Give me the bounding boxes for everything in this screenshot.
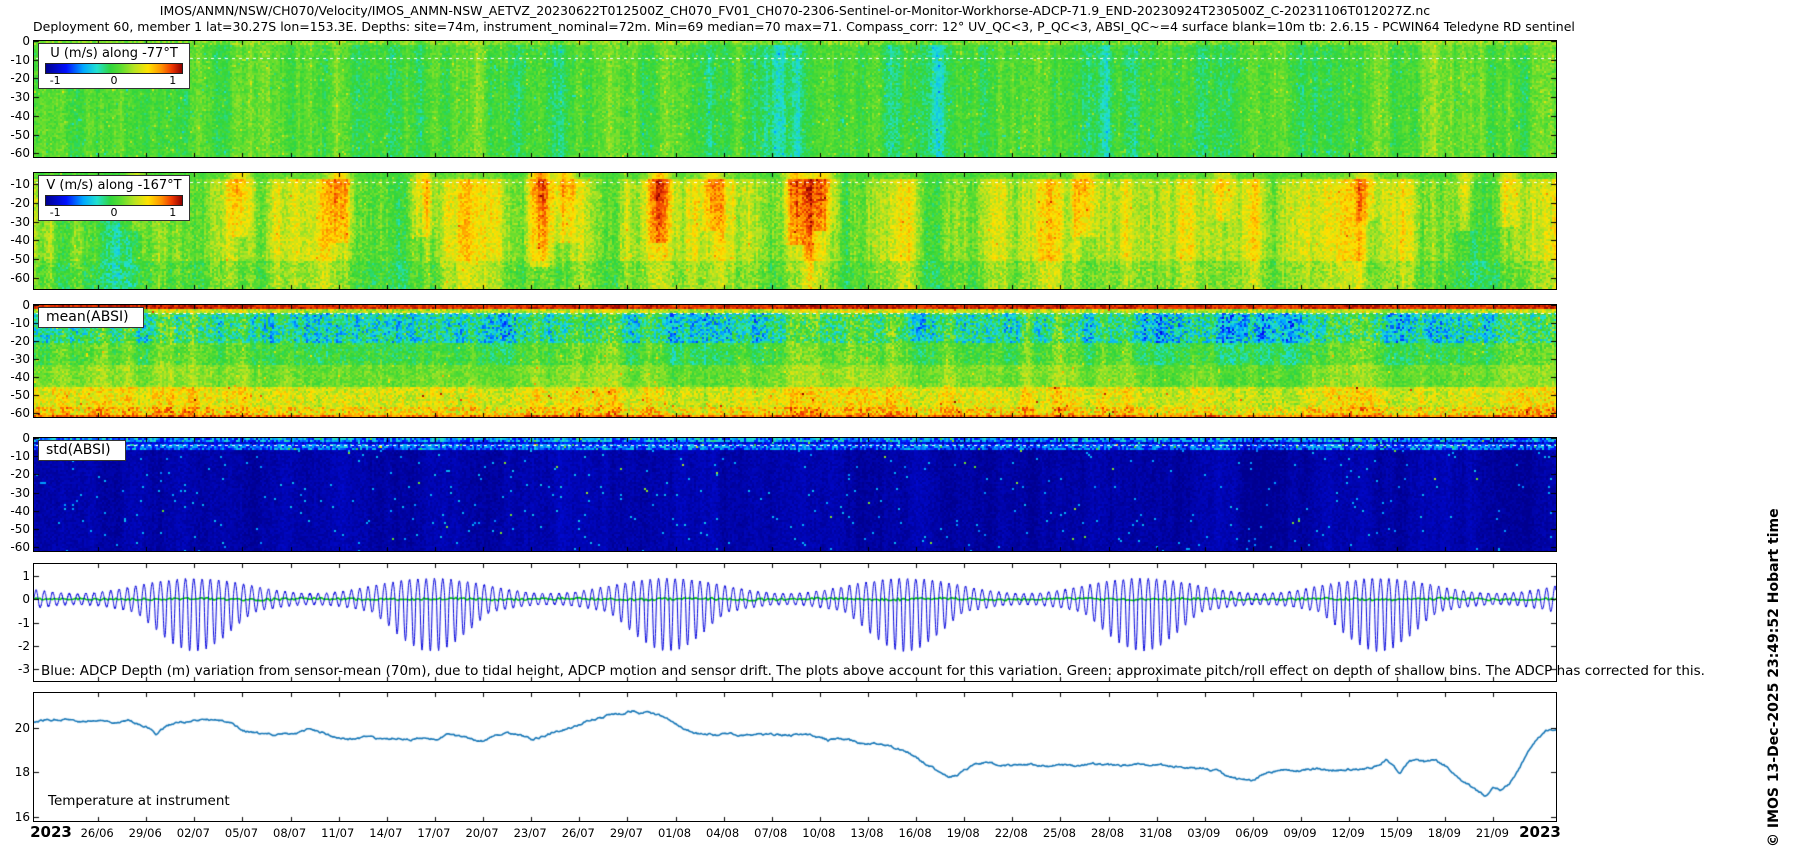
y-tick-label: -30 (3, 91, 30, 104)
mean-absi-heatmap (34, 305, 1556, 417)
u-colorbar-ticks: -1 0 1 (44, 74, 184, 87)
y-tick-label: -40 (3, 505, 30, 518)
depth-variation-note: Blue: ADCP Depth (m) variation from sens… (41, 663, 1705, 679)
panel-mean-absi: mean(ABSI) (33, 304, 1557, 418)
y-tick-label: 1 (3, 570, 30, 583)
y-tick-label: -30 (3, 216, 30, 229)
panel-v-velocity: V (m/s) along -167°T -1 0 1 (33, 172, 1557, 290)
y-tick-label: -60 (3, 147, 30, 160)
x-tick-label: 03/09 (1179, 826, 1229, 840)
y-tick-label: 0 (3, 593, 30, 606)
x-tick-label: 22/08 (986, 826, 1036, 840)
x-tick-label: 09/09 (1275, 826, 1325, 840)
colorbar-tick: -1 (50, 74, 61, 87)
std-absi-heatmap (34, 438, 1556, 551)
x-tick-label: 26/06 (72, 826, 122, 840)
y-tick-label: -40 (3, 234, 30, 247)
x-tick-label: 29/07 (601, 826, 651, 840)
y-tick-label: 18 (3, 766, 30, 779)
y-tick-label: -2 (3, 640, 30, 653)
x-tick-label: 17/07 (409, 826, 459, 840)
y-tick-label: -20 (3, 468, 30, 481)
figure-subtitle: Deployment 60, member 1 lat=30.27S lon=1… (33, 19, 1557, 34)
x-tick-label: 10/08 (794, 826, 844, 840)
x-tick-label: 15/09 (1371, 826, 1421, 840)
y-tick-label: -50 (3, 523, 30, 536)
x-axis-year-end: 2023 (1510, 823, 1570, 841)
y-tick-label: -10 (3, 450, 30, 463)
v-colorbar-ticks: -1 0 1 (44, 206, 184, 219)
y-tick-label: -50 (3, 129, 30, 142)
y-tick-label: -20 (3, 335, 30, 348)
x-tick-label: 14/07 (361, 826, 411, 840)
y-tick-label: -1 (3, 617, 30, 630)
x-tick-label: 11/07 (313, 826, 363, 840)
u-colorbar (45, 63, 183, 74)
x-tick-label: 26/07 (553, 826, 603, 840)
v-velocity-heatmap (34, 173, 1556, 289)
panel-u-velocity: U (m/s) along -77°T -1 0 1 (33, 40, 1557, 158)
y-tick-label: 20 (3, 722, 30, 735)
u-colorbar-legend: U (m/s) along -77°T -1 0 1 (38, 43, 190, 89)
std-absi-label: std(ABSI) (38, 440, 126, 461)
colorbar-tick: 0 (111, 206, 118, 219)
watermark-text: © IMOS 13-Dec-2025 23:49:52 Hobart time (1766, 508, 1782, 847)
y-tick-label: -20 (3, 72, 30, 85)
y-tick-label: 16 (3, 811, 30, 824)
u-velocity-heatmap (34, 41, 1556, 157)
x-tick-label: 04/08 (698, 826, 748, 840)
y-tick-label: -3 (3, 663, 30, 676)
temperature-plot (34, 693, 1556, 821)
y-tick-label: 0 (3, 35, 30, 48)
y-tick-label: -10 (3, 317, 30, 330)
x-tick-label: 12/09 (1323, 826, 1373, 840)
x-tick-label: 23/07 (505, 826, 555, 840)
v-legend-title: V (m/s) along -167°T (44, 178, 184, 193)
x-tick-label: 20/07 (457, 826, 507, 840)
y-tick-label: -20 (3, 197, 30, 210)
panel-std-absi: std(ABSI) (33, 437, 1557, 552)
x-tick-label: 31/08 (1131, 826, 1181, 840)
y-tick-label: -40 (3, 110, 30, 123)
y-tick-label: -30 (3, 353, 30, 366)
adcp-deployment-figure: IMOS/ANMN/NSW/CH070/Velocity/IMOS_ANMN-N… (0, 0, 1800, 850)
y-tick-label: -10 (3, 178, 30, 191)
x-tick-label: 18/09 (1419, 826, 1469, 840)
figure-title: IMOS/ANMN/NSW/CH070/Velocity/IMOS_ANMN-N… (33, 3, 1557, 18)
x-tick-label: 25/08 (1034, 826, 1084, 840)
panel-depth-variation: Blue: ADCP Depth (m) variation from sens… (33, 563, 1557, 682)
y-tick-label: 0 (3, 432, 30, 445)
x-tick-label: 29/06 (120, 826, 170, 840)
colorbar-tick: 1 (169, 206, 176, 219)
y-tick-label: -10 (3, 54, 30, 67)
y-tick-label: -60 (3, 407, 30, 420)
x-tick-label: 16/08 (890, 826, 940, 840)
panel-temperature: Temperature at instrument (33, 692, 1557, 822)
mean-absi-label: mean(ABSI) (38, 307, 144, 328)
x-tick-label: 08/07 (265, 826, 315, 840)
y-tick-label: 0 (3, 299, 30, 312)
x-tick-label: 02/07 (168, 826, 218, 840)
y-tick-label: -60 (3, 272, 30, 285)
v-colorbar-legend: V (m/s) along -167°T -1 0 1 (38, 175, 190, 221)
y-tick-label: -50 (3, 389, 30, 402)
x-tick-label: 06/09 (1227, 826, 1277, 840)
colorbar-tick: -1 (50, 206, 61, 219)
x-tick-label: 05/07 (216, 826, 266, 840)
v-colorbar (45, 195, 183, 206)
x-tick-label: 07/08 (746, 826, 796, 840)
y-tick-label: -60 (3, 541, 30, 554)
colorbar-tick: 0 (111, 74, 118, 87)
temperature-label: Temperature at instrument (48, 793, 230, 809)
x-tick-label: 13/08 (842, 826, 892, 840)
x-tick-label: 19/08 (938, 826, 988, 840)
y-tick-label: -40 (3, 371, 30, 384)
u-legend-title: U (m/s) along -77°T (44, 46, 184, 61)
x-tick-label: 01/08 (650, 826, 700, 840)
x-tick-label: 28/08 (1083, 826, 1133, 840)
y-tick-label: -30 (3, 487, 30, 500)
y-tick-label: -50 (3, 253, 30, 266)
colorbar-tick: 1 (169, 74, 176, 87)
